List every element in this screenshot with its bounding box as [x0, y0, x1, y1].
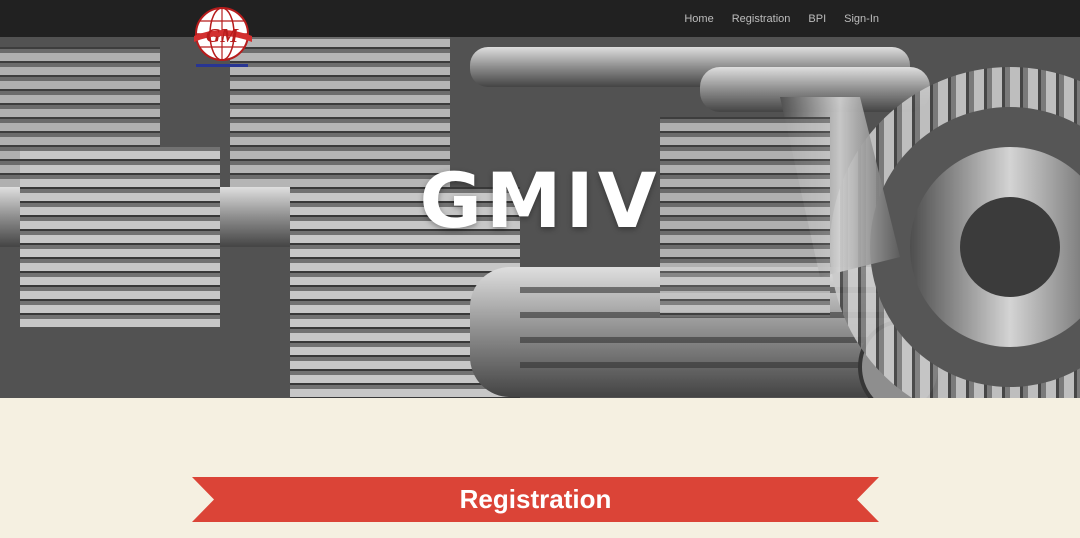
nav-registration-link[interactable]: Registration	[732, 13, 791, 25]
nav-sign-in-link[interactable]: Sign-In	[844, 13, 879, 25]
top-navbar: Home Registration BPI Sign-In	[0, 0, 1080, 37]
registration-ribbon: Registration	[192, 477, 879, 522]
hero-title: GMIV	[419, 156, 661, 245]
globe-logo-icon: GM	[194, 7, 252, 67]
hero-banner: GMIV	[0, 37, 1080, 398]
main-nav: Home Registration BPI Sign-In	[684, 0, 1080, 37]
site-logo[interactable]: GM	[190, 6, 254, 72]
section-heading: Registration	[459, 484, 612, 514]
nav-bpi-link[interactable]: BPI	[808, 13, 826, 25]
nav-home-link[interactable]: Home	[684, 13, 713, 25]
svg-text:GM: GM	[206, 25, 239, 47]
